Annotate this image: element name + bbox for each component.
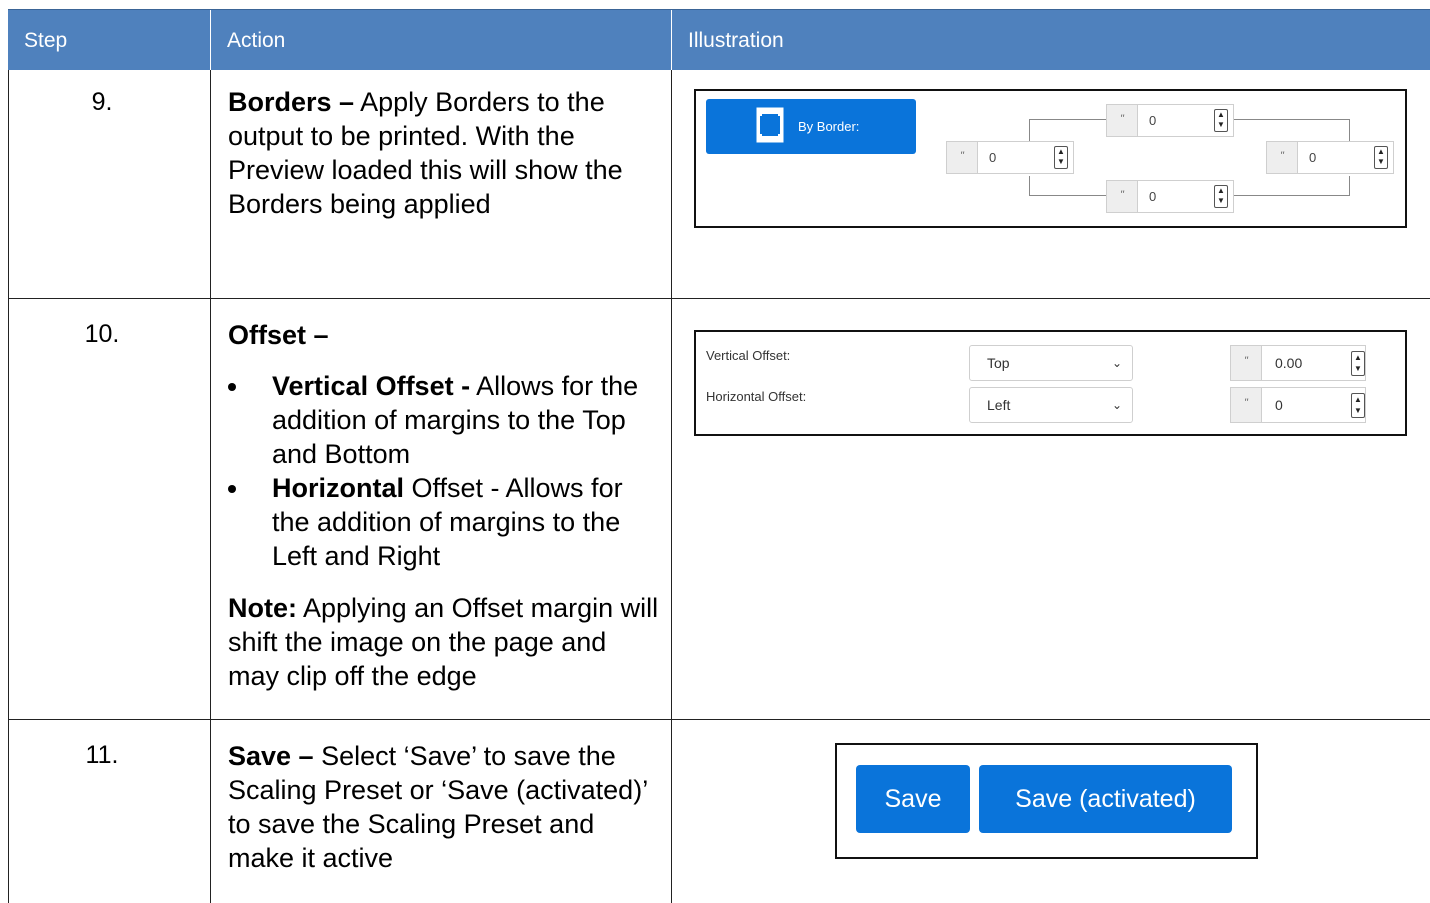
horizontal-offset-select[interactable]: Left ⌄ [969,387,1133,423]
chevron-down-icon: ⌄ [1111,398,1122,412]
action-description: Borders – Apply Borders to the output to… [228,85,658,221]
note: Note: Applying an Offset margin will shi… [228,591,663,693]
spinner-arrows[interactable]: ▲ ▼ [1351,351,1365,376]
spinner-arrows[interactable]: ▲ ▼ [1374,146,1388,169]
table-border-left [8,70,9,903]
inch-unit: " [1107,181,1138,212]
column-divider [671,70,672,903]
bullet-title: Vertical Offset - [272,371,471,401]
header-action: Action [227,29,286,52]
column-divider [210,70,211,903]
border-bottom-value: 0 [1149,189,1157,204]
header-illustration: Illustration [688,29,784,52]
list-item: Vertical Offset - Allows for the additio… [228,369,663,471]
spinner-arrows[interactable]: ▲ ▼ [1054,146,1068,169]
note-label: Note: [228,593,297,623]
chevron-down-icon[interactable]: ▼ [1055,157,1067,167]
inch-unit: " [1267,142,1298,173]
by-border-label: By Border: [798,119,860,134]
border-icon [756,107,784,143]
header-divider [671,10,672,71]
bullet-list: Vertical Offset - Allows for the additio… [228,369,663,573]
spinner-arrows[interactable]: ▲ ▼ [1214,109,1228,132]
vertical-offset-label: Vertical Offset: [706,348,791,363]
inch-unit: " [1231,388,1262,422]
vertical-offset-selected: Top [987,355,1010,371]
save-activated-button[interactable]: Save (activated) [979,765,1232,833]
bullet-icon [228,485,236,493]
action-title: Offset – [228,320,329,350]
action-description: Save – Select ‘Save’ to save the Scaling… [228,739,663,875]
horizontal-offset-input[interactable]: " 0 ▲ ▼ [1230,387,1366,423]
spinner-arrows[interactable]: ▲ ▼ [1351,393,1365,418]
save-button[interactable]: Save [856,765,970,833]
bullet-icon [228,383,236,391]
vertical-offset-value: 0.00 [1275,355,1303,371]
border-left-input[interactable]: " 0 ▲ ▼ [946,141,1074,174]
chevron-down-icon[interactable]: ▼ [1215,120,1227,130]
bullet-title: Horizontal [272,473,404,503]
row-divider [8,719,1430,720]
border-settings-panel: By Border: " 0 ▲ ▼ " 0 ▲ ▼ " 0 ▲ ▼ " 0 ▲ ▼ [694,89,1407,228]
connector-line [1029,176,1030,196]
horizontal-offset-label: Horizontal Offset: [706,389,807,404]
save-buttons-panel: Save Save (activated) [835,743,1258,859]
border-bottom-input[interactable]: " 0 ▲ ▼ [1106,180,1234,213]
inch-unit: " [947,142,978,173]
chevron-down-icon[interactable]: ▼ [1375,157,1387,167]
list-item: Horizontal Offset - Allows for the addit… [228,471,663,573]
chevron-up-icon[interactable]: ▲ [1352,352,1364,363]
chevron-down-icon: ⌄ [1111,356,1122,370]
action-description: Offset – Vertical Offset - Allows for th… [228,318,663,693]
vertical-offset-select[interactable]: Top ⌄ [969,345,1133,381]
chevron-up-icon[interactable]: ▲ [1215,110,1227,120]
chevron-up-icon[interactable]: ▲ [1215,186,1227,196]
chevron-up-icon[interactable]: ▲ [1055,147,1067,157]
header-divider [210,10,211,71]
border-top-value: 0 [1149,113,1157,128]
step-number: 10. [84,320,120,348]
offset-settings-panel: Vertical Offset: Top ⌄ " 0.00 ▲ ▼ Horizon… [694,330,1407,436]
horizontal-offset-selected: Left [987,397,1011,413]
border-right-value: 0 [1309,150,1317,165]
border-top-input[interactable]: " 0 ▲ ▼ [1106,104,1234,137]
step-number: 9. [91,88,113,116]
border-left-value: 0 [989,150,997,165]
chevron-down-icon[interactable]: ▼ [1352,405,1364,416]
inch-unit: " [1107,105,1138,136]
row-divider [8,298,1430,299]
chevron-up-icon[interactable]: ▲ [1352,394,1364,405]
border-right-input[interactable]: " 0 ▲ ▼ [1266,141,1394,174]
spinner-arrows[interactable]: ▲ ▼ [1214,185,1228,208]
by-border-button[interactable]: By Border: [706,99,916,154]
header-step: Step [24,29,68,52]
action-title: Borders – [228,87,355,117]
connector-line [1349,176,1350,196]
chevron-down-icon[interactable]: ▼ [1352,363,1364,374]
action-title: Save – [228,741,314,771]
step-number: 11. [85,741,119,769]
chevron-down-icon[interactable]: ▼ [1215,196,1227,206]
horizontal-offset-value: 0 [1275,397,1283,413]
chevron-up-icon[interactable]: ▲ [1375,147,1387,157]
table-header: Step Action Illustration [8,9,1430,71]
inch-unit: " [1231,346,1262,380]
vertical-offset-input[interactable]: " 0.00 ▲ ▼ [1230,345,1366,381]
